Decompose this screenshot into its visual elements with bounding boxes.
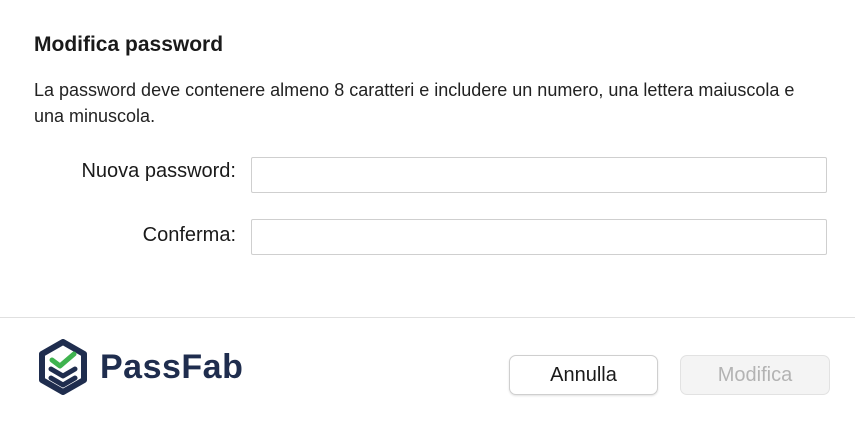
new-password-label: Nuova password:	[81, 160, 236, 182]
confirm-password-label: Conferma:	[142, 224, 236, 246]
dialog-title: Modifica password	[34, 33, 224, 56]
passfab-logo: PassFab	[38, 339, 243, 395]
logo-text: PassFab	[100, 347, 244, 386]
modify-button[interactable]: Modifica	[680, 355, 830, 395]
passfab-logo-icon	[39, 339, 87, 395]
change-password-dialog: Modifica password La password deve conte…	[0, 0, 855, 431]
confirm-password-input[interactable]	[251, 219, 827, 255]
dialog-description: La password deve contenere almeno 8 cara…	[34, 80, 795, 126]
new-password-input[interactable]	[251, 157, 827, 193]
footer-divider	[0, 317, 855, 318]
cancel-button[interactable]: Annulla	[509, 355, 658, 395]
